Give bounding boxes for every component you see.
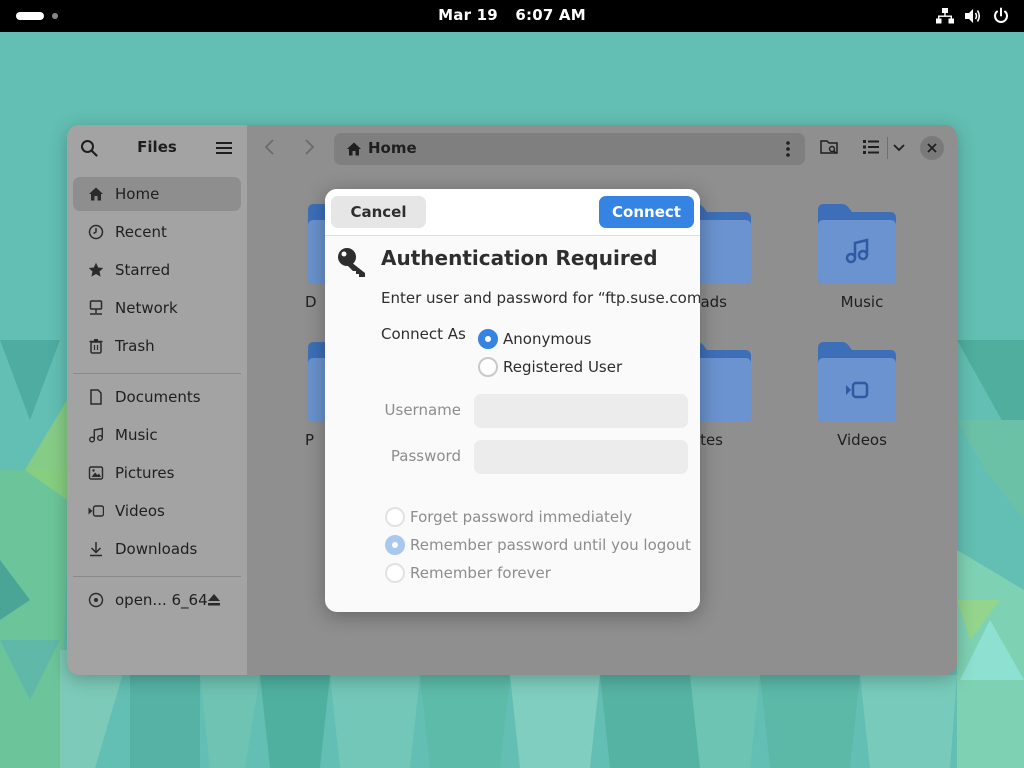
clock-date: Mar 19	[438, 6, 498, 24]
more-options-icon[interactable]	[785, 140, 791, 158]
sidebar-item-trash[interactable]: Trash	[73, 329, 241, 363]
sidebar-separator	[73, 576, 241, 577]
picture-icon	[87, 464, 105, 482]
path-bar[interactable]: Home	[334, 133, 805, 165]
folder-label: Videos	[837, 431, 887, 449]
radio-label: Registered User	[503, 358, 623, 376]
eject-button[interactable]	[206, 592, 222, 612]
view-mode-button[interactable]	[862, 138, 880, 160]
document-icon	[87, 388, 105, 406]
trash-icon	[87, 337, 105, 355]
radio-label: Anonymous	[503, 330, 592, 348]
home-icon	[87, 185, 105, 203]
chevron-right-icon	[305, 139, 315, 155]
radio-indicator	[478, 357, 498, 377]
power-icon	[994, 7, 1008, 23]
dialog-message: Enter user and password for “ftp.suse.co…	[381, 289, 700, 307]
top-bar: Mar 19 6:07 AM	[0, 0, 1024, 32]
connect-button[interactable]: Connect	[599, 196, 694, 228]
username-field[interactable]	[474, 394, 688, 428]
radio-indicator	[478, 329, 498, 349]
chevron-left-icon	[264, 139, 274, 155]
forward-button[interactable]	[299, 136, 319, 162]
registered-user-radio[interactable]: Registered User	[478, 357, 622, 377]
sidebar-item-label: Documents	[115, 388, 201, 406]
music-folder-icon	[818, 204, 896, 284]
sidebar-item-label: Trash	[115, 337, 155, 355]
star-icon	[87, 261, 105, 279]
music-icon	[87, 426, 105, 444]
folder-search-icon	[820, 140, 838, 154]
sidebar-item-documents[interactable]: Documents	[73, 380, 241, 414]
search-folder-button[interactable]	[820, 138, 840, 160]
dialog-title: Authentication Required	[381, 246, 658, 270]
close-window-button[interactable]	[920, 136, 944, 160]
sidebar-item-label: open... 6_64	[115, 591, 208, 609]
sidebar-item-pictures[interactable]: Pictures	[73, 456, 241, 490]
video-icon	[87, 502, 105, 520]
sidebar-item-starred[interactable]: Starred	[73, 253, 241, 287]
forget-password-radio[interactable]: Forget password immediately	[385, 507, 632, 527]
sidebar-item-label: Downloads	[115, 540, 198, 558]
cancel-button[interactable]: Cancel	[331, 196, 426, 228]
sidebar-item-home[interactable]: Home	[73, 177, 241, 211]
connect-as-label: Connect As	[381, 325, 466, 343]
download-icon	[87, 540, 105, 558]
hamburger-icon	[216, 142, 232, 154]
username-label: Username	[384, 401, 461, 419]
eject-icon	[208, 594, 220, 606]
network-icon	[936, 8, 954, 24]
sidebar-item-network[interactable]: Network	[73, 291, 241, 325]
main-menu-button[interactable]	[210, 134, 238, 162]
clock-time: 6:07 AM	[515, 6, 586, 24]
radio-indicator	[385, 507, 405, 527]
radio-label: Remember password until you logout	[410, 536, 691, 554]
radio-indicator	[385, 563, 405, 583]
volume-icon	[965, 9, 981, 23]
sidebar-item-videos[interactable]: Videos	[73, 494, 241, 528]
sidebar-item-music[interactable]: Music	[73, 418, 241, 452]
anonymous-radio[interactable]: Anonymous	[478, 329, 591, 349]
clock-icon	[87, 223, 105, 241]
password-field[interactable]	[474, 440, 688, 474]
chevron-down-icon	[893, 144, 905, 152]
back-button[interactable]	[260, 136, 280, 162]
folder-music[interactable]: Music	[812, 202, 902, 322]
key-icon	[338, 248, 365, 277]
clock[interactable]: Mar 19 6:07 AM	[0, 6, 1024, 24]
disc-icon	[87, 591, 105, 609]
password-label: Password	[390, 447, 461, 465]
sidebar-item-recent[interactable]: Recent	[73, 215, 241, 249]
sidebar: Files Home Recent Starred Network Trash …	[67, 125, 247, 675]
radio-label: Forget password immediately	[410, 508, 633, 526]
authentication-dialog: Cancel Connect Authentication Required E…	[325, 189, 700, 612]
system-tray[interactable]	[936, 7, 1010, 25]
sidebar-item-label: Starred	[115, 261, 171, 279]
view-options-button[interactable]	[892, 140, 906, 159]
home-icon	[347, 142, 361, 156]
video-folder-icon	[818, 342, 896, 422]
folder-videos[interactable]: Videos	[812, 340, 902, 460]
list-view-icon	[863, 140, 879, 154]
close-icon	[927, 143, 937, 153]
sidebar-item-label: Videos	[115, 502, 165, 520]
toolbar-separator	[887, 137, 888, 159]
remember-until-logout-radio[interactable]: Remember password until you logout	[385, 535, 691, 555]
sidebar-item-downloads[interactable]: Downloads	[73, 532, 241, 566]
sidebar-item-label: Home	[115, 185, 160, 203]
sidebar-item-label: Pictures	[115, 464, 175, 482]
sidebar-item-label: Music	[115, 426, 158, 444]
sidebar-item-label: Recent	[115, 223, 167, 241]
dialog-header: Cancel Connect	[325, 189, 700, 236]
sidebar-item-label: Network	[115, 299, 178, 317]
sidebar-header: Files	[67, 125, 247, 171]
remember-forever-radio[interactable]: Remember forever	[385, 563, 551, 583]
radio-indicator	[385, 535, 405, 555]
network-icon	[87, 299, 105, 317]
radio-label: Remember forever	[410, 564, 551, 582]
folder-label: Music	[840, 293, 884, 311]
path-bar-label: Home	[368, 139, 417, 157]
sidebar-separator	[73, 373, 241, 374]
